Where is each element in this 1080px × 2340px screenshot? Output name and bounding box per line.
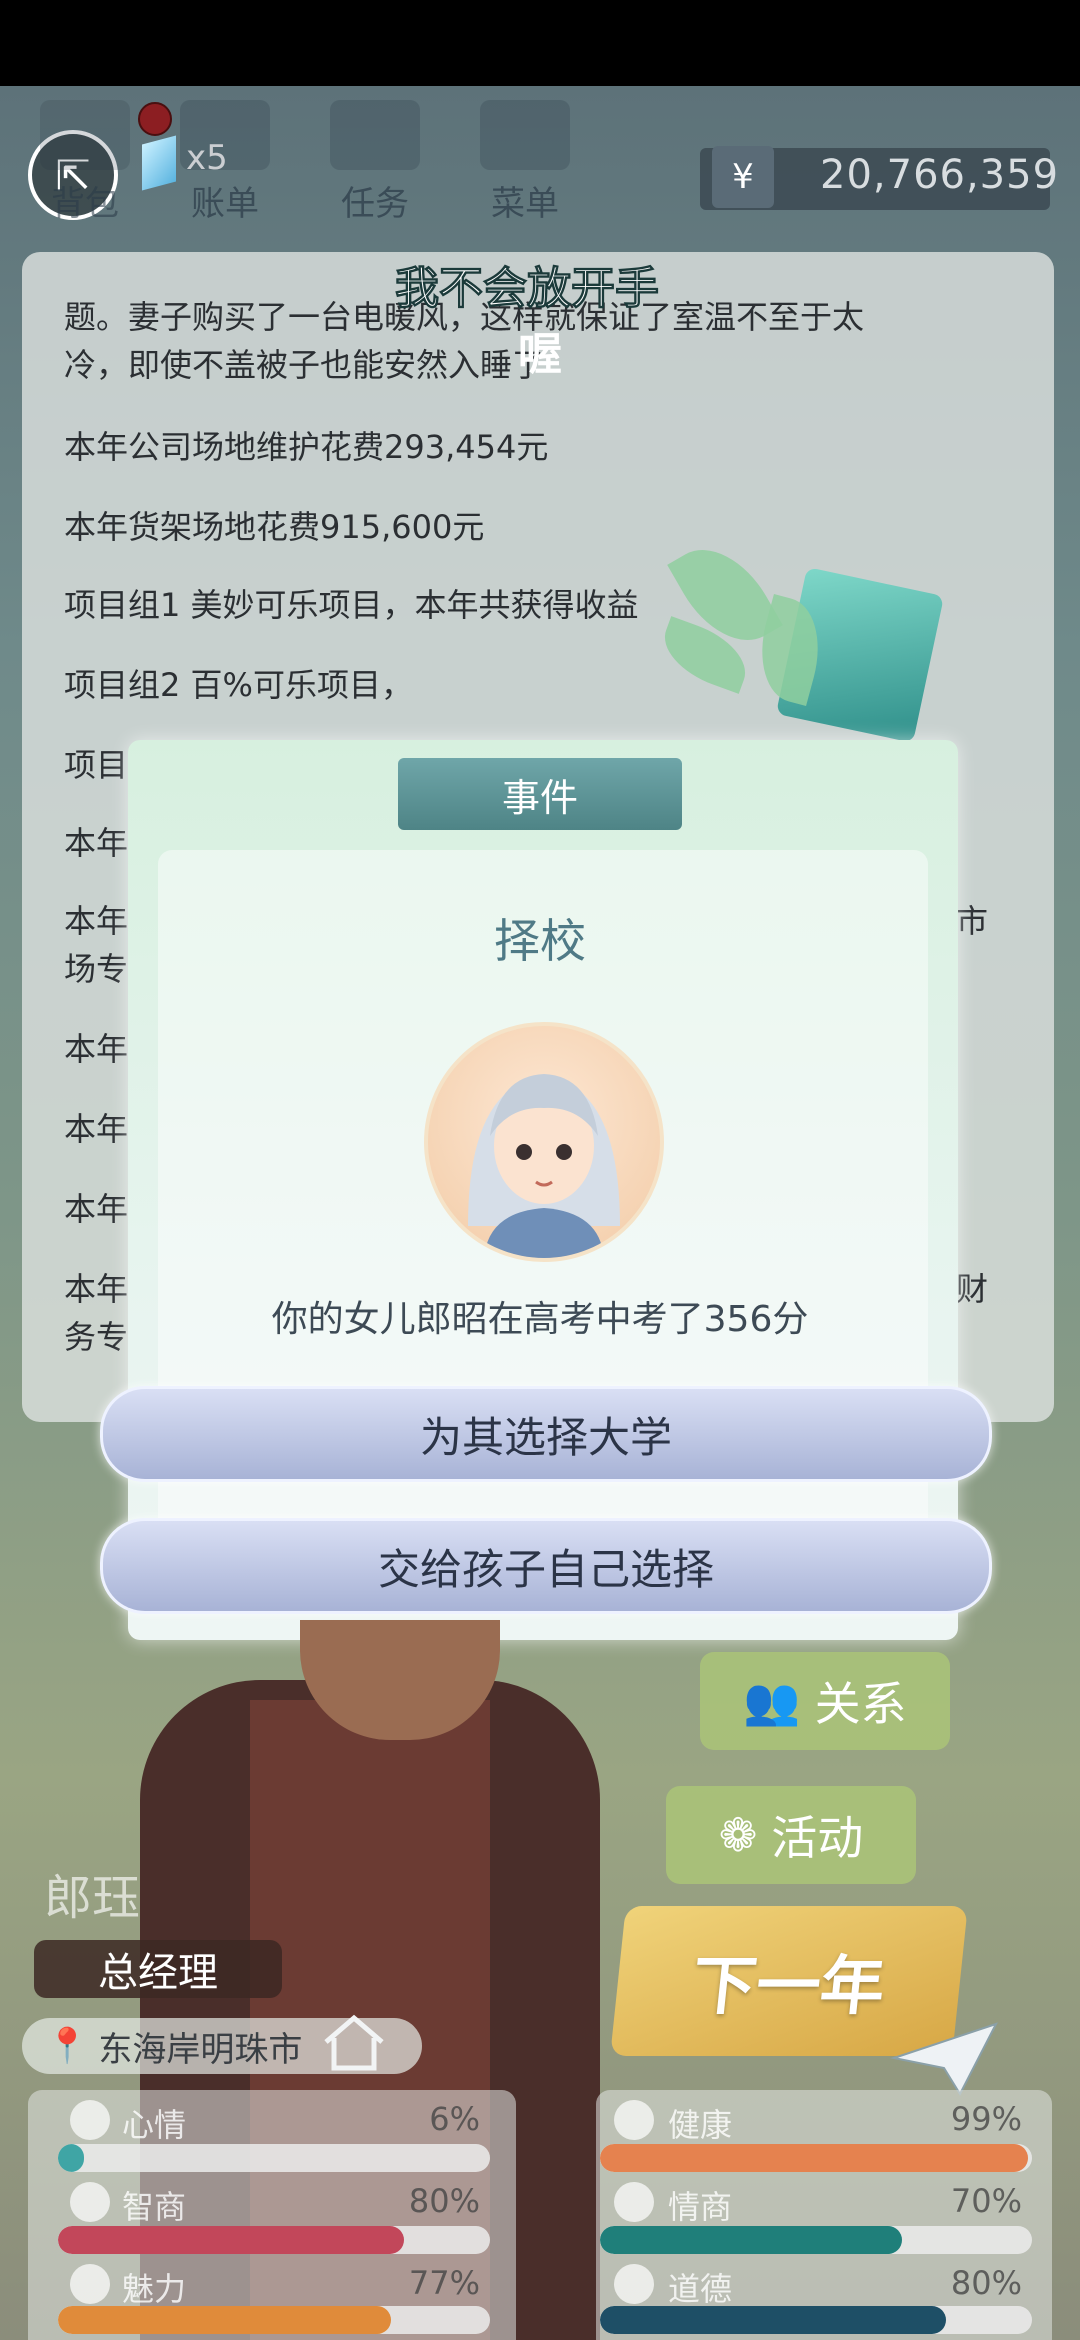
iq-icon xyxy=(70,2182,110,2222)
morality-icon xyxy=(614,2264,654,2304)
eq-bar xyxy=(600,2226,1032,2254)
money-amount: 20,766,359 xyxy=(820,152,1060,198)
report-line: 项目组2 百%可乐项目， xyxy=(64,666,413,704)
bag-icon xyxy=(40,100,130,170)
stat-label: 魅力 xyxy=(122,2270,187,2308)
stat-bar-fill xyxy=(58,2226,404,2254)
stat-label: 心情 xyxy=(122,2106,187,2144)
morality-bar xyxy=(600,2306,1032,2334)
eq-icon xyxy=(614,2182,654,2222)
report-line: 本年 xyxy=(64,1190,129,1228)
iq-bar xyxy=(58,2226,490,2254)
event-title: 择校 xyxy=(494,914,586,968)
relation-label: 关系 xyxy=(814,1677,907,1731)
nav-bag[interactable]: 背包 xyxy=(30,100,140,240)
stat-bar-fill xyxy=(600,2226,903,2254)
stat-label: 健康 xyxy=(668,2106,733,2144)
nav-bill[interactable]: 账单 xyxy=(170,100,280,240)
health-icon xyxy=(614,2100,654,2140)
activity-icon: ❁ xyxy=(718,1808,758,1862)
stat-value: 77% xyxy=(408,2264,480,2302)
mood-bar xyxy=(58,2144,490,2172)
nav-menu-label: 菜单 xyxy=(491,184,559,224)
subtitle-line-1: 我不会放开手 xyxy=(395,263,660,315)
character-title: 总经理 xyxy=(34,1940,282,1998)
stat-bar-fill xyxy=(600,2306,946,2334)
event-description: 你的女儿郎昭在高考中考了356分 xyxy=(271,1299,809,1340)
relation-button[interactable]: 👥 关系 xyxy=(700,1652,950,1750)
stat-value: 6% xyxy=(429,2100,480,2138)
charm-bar xyxy=(58,2306,490,2334)
report-line: 本年 xyxy=(64,824,129,862)
charm-icon xyxy=(70,2264,110,2304)
notification-dot xyxy=(138,102,172,136)
location-icon: 📍 xyxy=(46,2026,89,2066)
report-line: 项目组1 美妙可乐项目，本年共获得收益 xyxy=(64,586,639,624)
girl-portrait-icon xyxy=(468,1074,620,1258)
report-line: 本年 xyxy=(64,1030,129,1068)
stat-value: 80% xyxy=(950,2264,1022,2302)
bill-icon xyxy=(180,100,270,170)
stat-bar-fill xyxy=(58,2144,84,2172)
city-label: 东海岸明珠市 xyxy=(98,2029,303,2070)
stat-value: 70% xyxy=(950,2182,1022,2220)
nav-menu[interactable]: 菜单 xyxy=(470,100,580,240)
activity-button[interactable]: ❁ 活动 xyxy=(666,1786,916,1884)
stat-value: 80% xyxy=(408,2182,480,2220)
health-bar xyxy=(600,2144,1032,2172)
report-line: 冷，即使不盖被子也能安然入睡了 xyxy=(64,346,545,384)
status-bar xyxy=(0,0,1080,86)
nav-bag-label: 背包 xyxy=(51,184,119,224)
event-tab: 事件 xyxy=(398,758,682,830)
nav-task-label: 任务 xyxy=(341,184,409,224)
task-icon xyxy=(330,100,420,170)
report-line: 本年 xyxy=(64,1110,129,1148)
let-child-choose-button[interactable]: 交给孩子自己选择 xyxy=(100,1518,992,1614)
people-icon: 👥 xyxy=(743,1673,801,1728)
yen-icon: ¥ xyxy=(712,146,774,208)
stat-label: 智商 xyxy=(122,2188,187,2226)
stat-label: 道德 xyxy=(668,2270,733,2308)
paper-plane-icon[interactable] xyxy=(890,2018,1000,2098)
choose-university-button[interactable]: 为其选择大学 xyxy=(100,1386,992,1482)
report-line: 本年公司场地维护花费293,454元 xyxy=(64,428,549,466)
stat-bar-fill xyxy=(600,2144,1028,2172)
stat-value: 99% xyxy=(950,2100,1022,2138)
character-name: 郎珏 xyxy=(44,1870,141,1926)
subtitle-line-2: 喔 xyxy=(518,329,562,380)
report-line: 本年货架场地花费915,600元 xyxy=(64,508,485,546)
mood-icon xyxy=(70,2100,110,2140)
nav-task[interactable]: 任务 xyxy=(320,100,430,240)
nav-bill-label: 账单 xyxy=(191,184,259,224)
home-icon[interactable] xyxy=(322,2012,386,2072)
menu-icon xyxy=(480,100,570,170)
stat-label: 情商 xyxy=(668,2188,733,2226)
activity-label: 活动 xyxy=(771,1811,864,1865)
daughter-avatar xyxy=(424,1022,664,1262)
stat-bar-fill xyxy=(58,2306,391,2334)
